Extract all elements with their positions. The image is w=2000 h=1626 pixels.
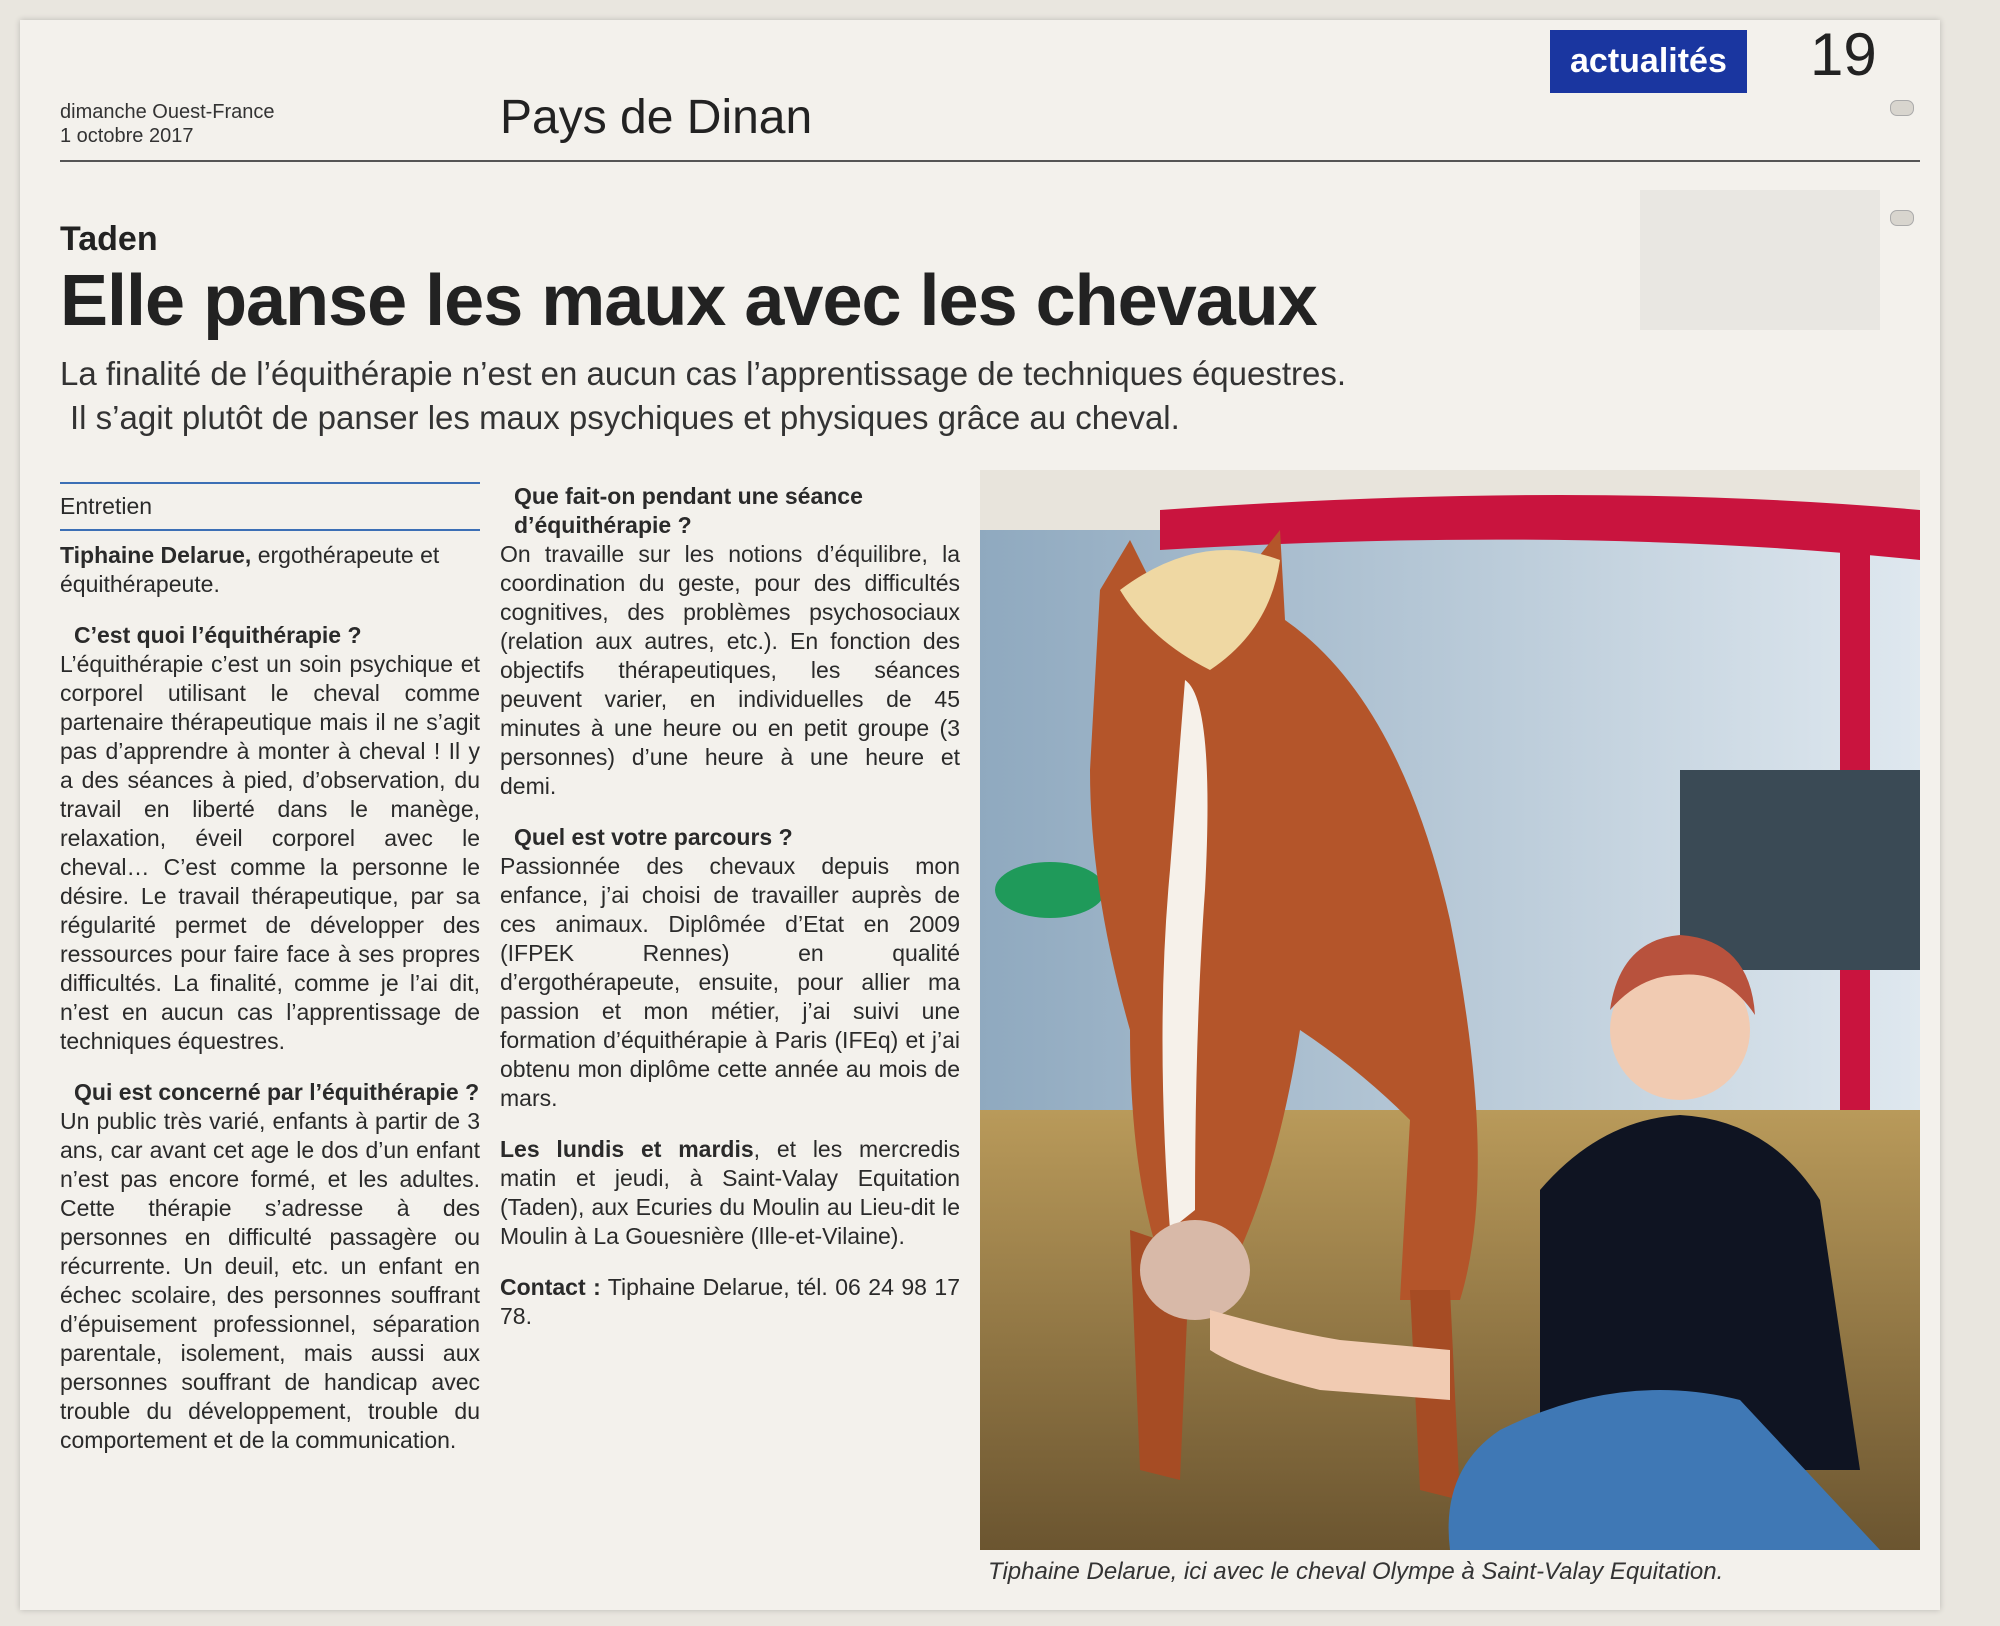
answer-paragraph: L’équithérapie c’est un soin psychique e…: [60, 651, 480, 1054]
contact-lead: Contact :: [500, 1274, 601, 1300]
header-rule: [60, 160, 1920, 162]
photo-caption: Tiphaine Delarue, ici avec le cheval Oly…: [988, 1558, 1724, 1585]
edition-day: 1 octobre 2017: [60, 125, 194, 147]
text-column-1: Entretien Tiphaine Delarue, ergothérapeu…: [60, 482, 480, 1477]
rubric-badge: actualités: [1550, 30, 1747, 93]
interviewee: Tiphaine Delarue, ergothérapeute et équi…: [60, 541, 480, 599]
page-number: 19: [1810, 21, 1877, 88]
question-heading: Que fait-on pendant une séance d’équithé…: [514, 483, 863, 538]
text-column-2: Que fait-on pendant une séance d’équithé…: [500, 482, 960, 1353]
article-photo: [980, 470, 1920, 1550]
schedule-lead: Les lundis et mardis: [500, 1136, 754, 1162]
article-standfirst: La finalité de l’équithérapie n’est en a…: [60, 352, 1560, 440]
answer-paragraph: Un public très varié, enfants à partir d…: [60, 1108, 480, 1453]
article-kicker: Taden: [60, 220, 158, 258]
question-heading: Quel est votre parcours ?: [514, 824, 793, 850]
article-headline: Elle panse les maux avec les chevaux: [60, 261, 1318, 341]
standfirst-line: La finalité de l’équithérapie n’est en a…: [60, 355, 1347, 392]
section-title: Pays de Dinan: [500, 91, 813, 144]
schedule-paragraph: Les lundis et mardis, et les mercredis m…: [500, 1135, 960, 1251]
interviewee-name: Tiphaine Delarue,: [60, 542, 252, 568]
answer-paragraph: On travaille sur les notions d’équilibre…: [500, 541, 960, 799]
question-heading: C’est quoi l’équithérapie ?: [74, 622, 362, 648]
horse-and-woman-photo: [980, 470, 1920, 1550]
newspaper-page: dimanche Ouest-France 1 octobre 2017 Pay…: [20, 20, 1940, 1610]
bleed-through-shadow: [1640, 190, 1880, 330]
edition-date: dimanche Ouest-France 1 octobre 2017: [60, 100, 275, 148]
edition-name: dimanche Ouest-France: [60, 101, 275, 123]
interview-label: Entretien: [60, 482, 480, 531]
answer-paragraph: Passionnée des chevaux depuis mon enfanc…: [500, 853, 960, 1111]
contact-paragraph: Contact : Tiphaine Delarue, tél. 06 24 9…: [500, 1273, 960, 1331]
standfirst-line: Il s’agit plutôt de panser les maux psyc…: [70, 399, 1180, 436]
question-heading: Qui est concerné par l’équithérapie ?: [74, 1079, 480, 1105]
